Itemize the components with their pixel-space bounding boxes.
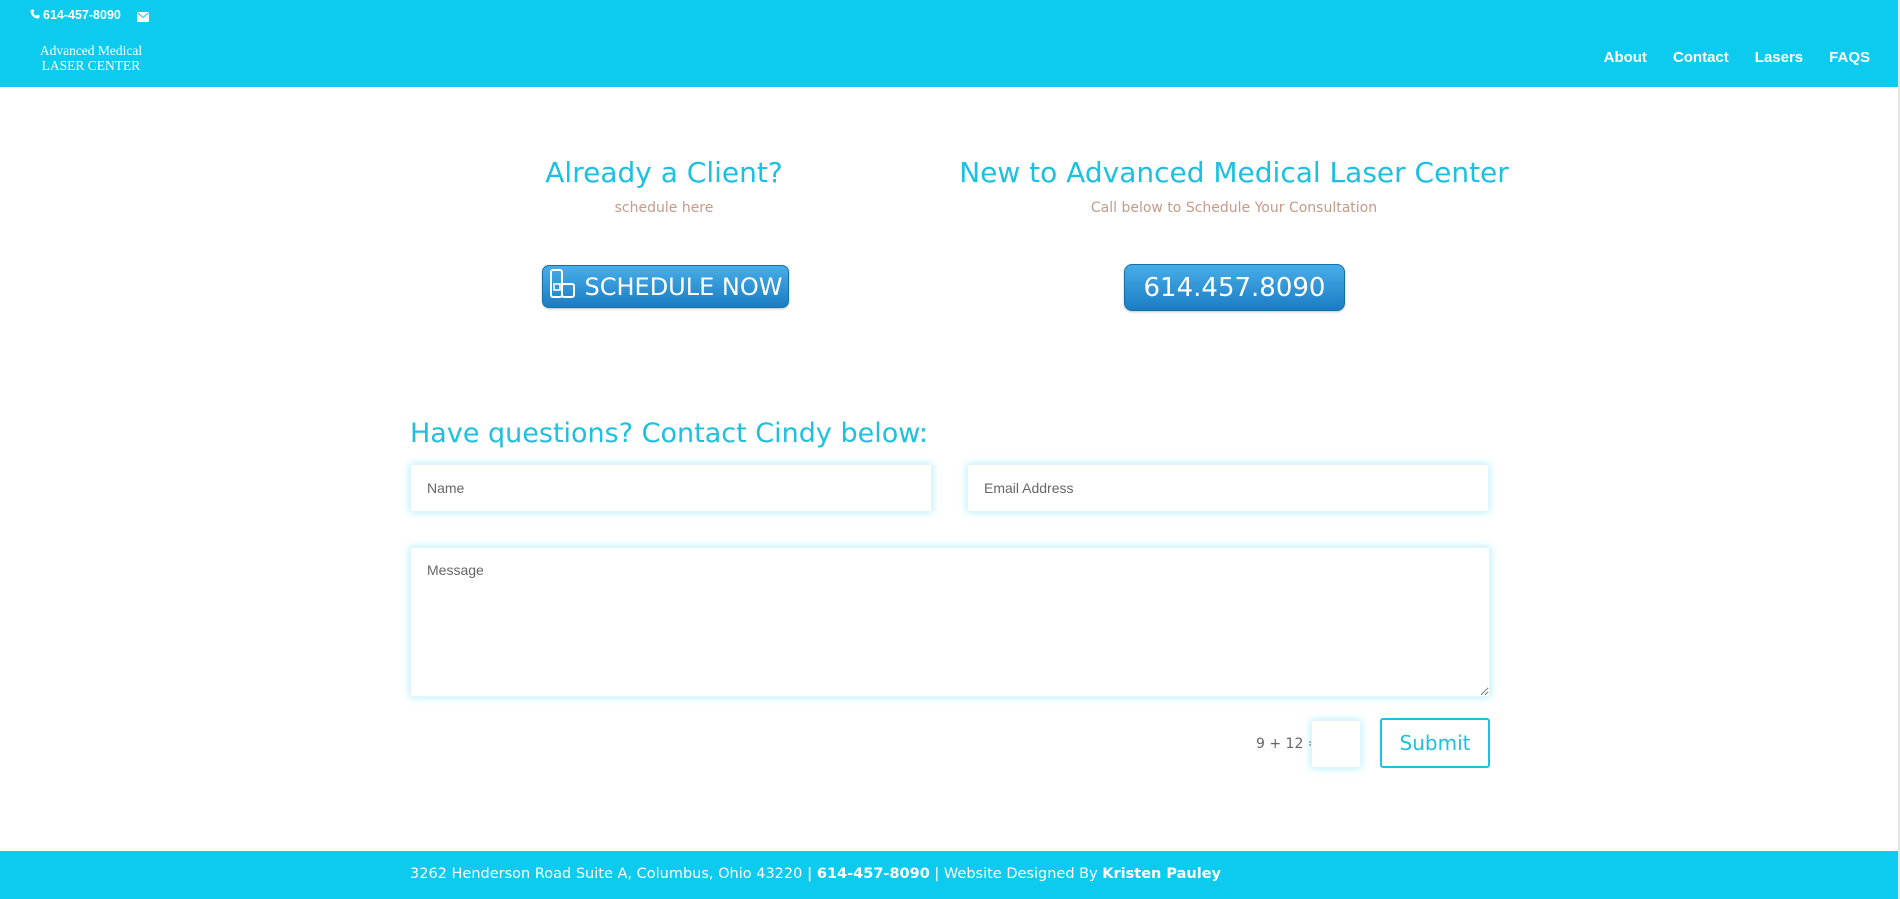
- main-nav: About Contact Lasers FAQS: [1578, 49, 1870, 66]
- site-footer: 3262 Henderson Road Suite A, Columbus, O…: [0, 851, 1900, 899]
- contact-form-title: Have questions? Contact Cindy below:: [410, 418, 928, 449]
- logo-line-1: Advanced Medical: [39, 43, 143, 58]
- call-phone-button[interactable]: 614.457.8090: [1124, 264, 1345, 311]
- new-client-subheading: Call below to Schedule Your Consultation: [1090, 200, 1378, 216]
- name-input[interactable]: [410, 464, 932, 512]
- header-phone-text: 614-457-8090: [43, 8, 121, 22]
- nav-item-lasers[interactable]: Lasers: [1755, 49, 1803, 66]
- top-header: 614-457-8090 Advanced Medical LASER CENT…: [0, 0, 1900, 87]
- footer-address: 3262 Henderson Road Suite A, Columbus, O…: [410, 866, 803, 882]
- logo-line-2: LASER CENTER: [41, 58, 141, 73]
- footer-designed-by: Website Designed By: [943, 866, 1098, 882]
- email-icon[interactable]: [137, 9, 149, 22]
- header-phone[interactable]: 614-457-8090: [30, 8, 121, 22]
- schedule-now-label: SCHEDULE NOW: [584, 272, 783, 301]
- footer-separator: |: [806, 866, 813, 882]
- calendar-icon: [549, 268, 585, 306]
- existing-client-heading: Already a Client?: [545, 156, 783, 189]
- footer-text: 3262 Henderson Road Suite A, Columbus, O…: [410, 866, 1221, 882]
- submit-button[interactable]: Submit: [1380, 718, 1490, 768]
- site-logo[interactable]: Advanced Medical LASER CENTER: [30, 43, 152, 73]
- schedule-now-button[interactable]: SCHEDULE NOW: [542, 265, 789, 308]
- nav-item-contact[interactable]: Contact: [1673, 49, 1729, 66]
- nav-item-about[interactable]: About: [1604, 49, 1647, 66]
- phone-icon: [30, 8, 43, 22]
- captcha-question: 9 + 12 =: [1256, 736, 1320, 752]
- captcha-input[interactable]: [1311, 720, 1361, 768]
- footer-phone[interactable]: 614-457-8090: [817, 866, 930, 882]
- email-input[interactable]: [967, 464, 1489, 512]
- message-textarea[interactable]: [410, 547, 1490, 697]
- nav-item-faqs[interactable]: FAQS: [1829, 49, 1870, 66]
- existing-client-subheading: schedule here: [614, 200, 714, 216]
- new-client-heading: New to Advanced Medical Laser Center: [959, 156, 1509, 189]
- footer-separator-2: |: [934, 866, 940, 882]
- footer-designer-link[interactable]: Kristen Pauley: [1102, 866, 1221, 882]
